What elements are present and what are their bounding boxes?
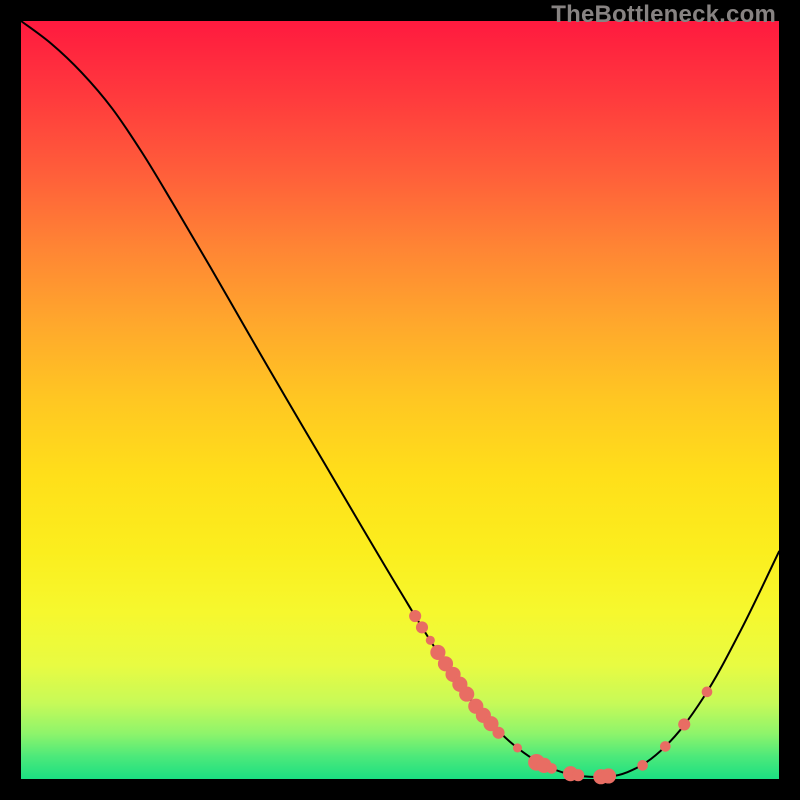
data-marker	[416, 621, 428, 633]
data-marker	[426, 636, 435, 645]
chart-svg	[21, 21, 779, 779]
data-marker	[572, 769, 584, 781]
data-marker	[459, 687, 474, 702]
data-marker	[409, 610, 421, 622]
data-marker	[678, 718, 690, 730]
data-marker	[660, 741, 671, 752]
data-marker	[513, 743, 522, 752]
data-marker	[546, 763, 557, 774]
bottleneck-curve	[21, 21, 779, 777]
data-marker	[601, 768, 616, 783]
data-marker	[637, 760, 648, 771]
data-markers	[409, 610, 712, 784]
data-marker	[702, 687, 713, 698]
data-marker	[492, 727, 504, 739]
